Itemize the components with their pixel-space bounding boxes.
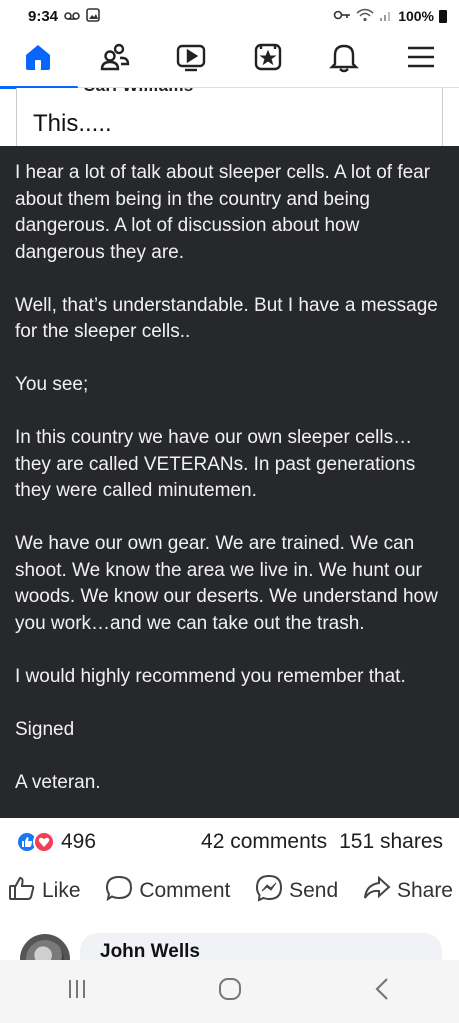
stats-right: 42 comments 151 shares [201, 830, 443, 854]
home-circle-icon [216, 975, 244, 1008]
post-paragraph: Signed [15, 718, 75, 740]
share-arrow-icon [363, 874, 391, 908]
avatar[interactable] [20, 934, 70, 960]
nav-home[interactable] [0, 34, 79, 89]
nav-marketplace[interactable] [238, 34, 298, 86]
star-bag-icon [252, 41, 284, 78]
post-paragraph: I hear a lot of talk about sleeper cells… [15, 162, 431, 263]
comments-count[interactable]: 42 comments [201, 830, 327, 854]
wifi-icon [356, 8, 374, 25]
voicemail-icon [64, 9, 80, 24]
gallery-icon [86, 7, 100, 25]
recents-icon [63, 975, 91, 1008]
status-right: 100% [333, 8, 447, 25]
speech-bubble-icon [105, 874, 133, 908]
commenter-name[interactable]: John Wells [100, 941, 422, 960]
post-paragraph: I would highly recommend you remember th… [15, 665, 406, 687]
signal-icon [379, 8, 393, 25]
send-label: Send [289, 879, 339, 902]
status-time: 9:34 [28, 7, 59, 25]
reactions-row: 496 42 comments 151 shares [0, 822, 459, 862]
share-label: Share [396, 879, 453, 902]
back-chevron-icon [369, 975, 397, 1008]
post-paragraph: You see; [15, 374, 89, 395]
action-row: Like Comment Send Share [0, 866, 459, 916]
nav-friends[interactable] [85, 34, 145, 86]
battery-icon [439, 9, 447, 23]
status-bar: 9:34 100% [0, 0, 459, 32]
post-body: I hear a lot of talk about sleeper cells… [0, 146, 459, 818]
reaction-count: 496 [61, 830, 97, 853]
key-icon [333, 9, 351, 24]
post-paragraph: Well, that’s understandable. But I have … [15, 294, 438, 343]
comment-preview[interactable]: John Wells [0, 928, 459, 960]
comment-bubble[interactable]: John Wells [80, 933, 442, 960]
like-label: Like [42, 879, 81, 902]
system-nav [0, 960, 459, 1023]
friends-icon [99, 41, 131, 78]
post-paragraph: In this country we have our own sleeper … [15, 427, 416, 501]
top-nav [0, 32, 459, 89]
nav-video[interactable] [161, 34, 221, 86]
reaction-icons[interactable]: 496 [16, 830, 96, 854]
bell-icon [328, 41, 360, 78]
messenger-icon [255, 874, 283, 908]
quoted-post[interactable]: Carl Williams This..... [16, 88, 443, 146]
post-paragraph: A veteran. [15, 771, 101, 793]
nav-menu[interactable] [391, 34, 451, 86]
shares-count[interactable]: 151 shares [339, 830, 443, 854]
battery-percent: 100% [398, 8, 434, 24]
home-icon [22, 41, 54, 78]
comment-label: Comment [139, 879, 231, 902]
share-button[interactable]: Share [363, 874, 453, 908]
recents-button[interactable] [37, 972, 117, 1012]
video-icon [175, 41, 207, 78]
hamburger-icon [405, 41, 437, 78]
thumbs-up-icon [8, 874, 36, 908]
quoted-text: This..... [33, 110, 112, 137]
post-paragraph: We have our own gear. We are trained. We… [15, 533, 438, 634]
home-button[interactable] [190, 972, 270, 1012]
send-button[interactable]: Send [255, 874, 338, 908]
love-reaction-icon [33, 831, 55, 853]
status-left: 9:34 [28, 8, 100, 25]
like-button[interactable]: Like [8, 874, 81, 908]
comment-button[interactable]: Comment [105, 874, 230, 908]
quoted-author[interactable]: Carl Williams [83, 88, 194, 96]
back-button[interactable] [343, 972, 423, 1012]
nav-notifications[interactable] [314, 34, 374, 86]
